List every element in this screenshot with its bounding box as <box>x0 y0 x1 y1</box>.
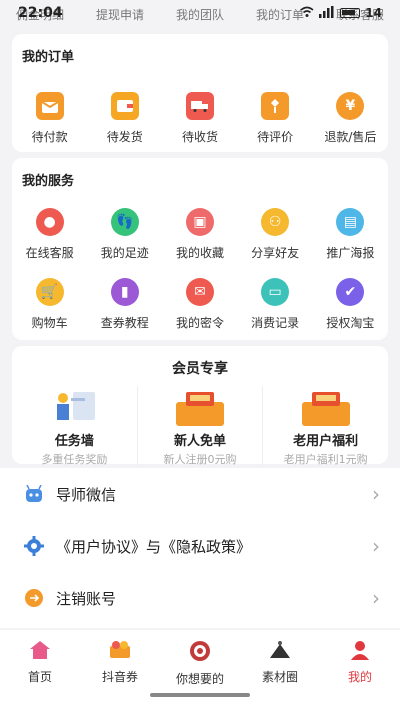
services-title: 我的服务 <box>22 174 75 189</box>
douyin-coupon-icon <box>108 640 132 664</box>
cancel-account-row[interactable]: 注销账号 › <box>0 572 400 624</box>
chevron-right-icon: › <box>372 586 380 610</box>
robot-icon <box>24 484 44 504</box>
chat-icon: ● <box>35 208 64 236</box>
gear-icon <box>24 536 44 556</box>
shield-check-icon: ✔ <box>336 278 365 306</box>
service-collection[interactable]: ▣ 我的收藏 <box>162 208 237 261</box>
order-refund[interactable]: ¥ 退款/售后 <box>313 92 388 145</box>
record-icon: ▭ <box>261 278 290 306</box>
chevron-right-icon: › <box>372 534 380 558</box>
tab-want[interactable]: 你想要的 <box>160 630 240 711</box>
tutorial-icon: ▮ <box>110 278 139 306</box>
gift-box-icon <box>296 388 356 428</box>
gift-box-icon <box>170 388 230 428</box>
service-cart[interactable]: 🛒 购物车 <box>12 278 87 331</box>
service-tutorial[interactable]: ▮ 查券教程 <box>87 278 162 331</box>
logout-icon <box>24 588 44 608</box>
password-icon: ✉ <box>185 278 214 306</box>
member-newbie-free[interactable]: 新人免单 新人注册0元购 <box>136 386 263 466</box>
member-task-wall[interactable]: 任务墙 多重任务奖励 <box>12 386 137 466</box>
cart-icon: 🛒 <box>35 278 64 306</box>
service-authorize-taobao[interactable]: ✔ 授权淘宝 <box>313 278 388 331</box>
flower-icon <box>261 92 290 120</box>
want-icon <box>189 640 211 666</box>
services-card: 我的服务 ● 在线客服 👣 我的足迹 ▣ 我的收藏 ⚇ 分享好友 ▤ 推广海报 … <box>12 158 388 340</box>
bottom-tab-bar: 首页 抖音券 你想要的 素材圈 我的 <box>0 630 400 711</box>
truck-icon <box>185 92 214 120</box>
orders-card: 我的订单 待付款 待发货 待收货 待评价 ¥ 退款/售后 <box>12 34 388 152</box>
mentor-wechat-row[interactable]: 导师微信 › <box>0 468 400 520</box>
poster-icon: ▤ <box>336 208 365 236</box>
material-icon <box>267 640 293 664</box>
wallet-icon <box>110 92 139 120</box>
wallet-box-icon <box>35 92 64 120</box>
wifi-icon <box>300 6 314 21</box>
settings-list: 导师微信 › 《用户协议》与《隐私政策》 › 注销账号 › <box>0 468 400 628</box>
service-share-friends[interactable]: ⚇ 分享好友 <box>238 208 313 261</box>
home-indicator[interactable] <box>150 693 250 697</box>
task-wall-icon <box>44 388 104 428</box>
battery-icon <box>340 8 361 18</box>
share-friends-icon: ⚇ <box>261 208 290 236</box>
member-title: 会员专享 <box>172 361 228 377</box>
agreement-policy-row[interactable]: 《用户协议》与《隐私政策》 › <box>0 520 400 572</box>
tab-material[interactable]: 素材圈 <box>240 630 320 711</box>
service-record[interactable]: ▭ 消费记录 <box>238 278 313 331</box>
service-password[interactable]: ✉ 我的密令 <box>162 278 237 331</box>
signal-icon <box>319 5 335 21</box>
collection-icon: ▣ <box>185 208 214 236</box>
order-pending-payment[interactable]: 待付款 <box>12 92 87 145</box>
service-footprint[interactable]: 👣 我的足迹 <box>87 208 162 261</box>
chevron-right-icon: › <box>372 482 380 506</box>
footprint-icon: 👣 <box>110 208 139 236</box>
tab-douyin-coupon[interactable]: 抖音券 <box>80 630 160 711</box>
member-old-user-benefit[interactable]: 老用户福利 老用户福利1元购 <box>262 386 388 466</box>
status-time: 22:04 <box>18 5 63 21</box>
status-bar: 佣金明细 提现申请 我的团队 我的订单 联系客服 22:04 14 <box>0 0 400 32</box>
member-card: 会员专享 任务墙 多重任务奖励 新人免单 新人注册0元购 老用户福利 老用户福利… <box>12 346 388 466</box>
service-online-support[interactable]: ● 在线客服 <box>12 208 87 261</box>
profile-icon <box>349 640 371 664</box>
order-pending-review[interactable]: 待评价 <box>238 92 313 145</box>
battery-level: 14 <box>365 6 382 20</box>
order-pending-receive[interactable]: 待收货 <box>162 92 237 145</box>
home-icon <box>29 640 51 664</box>
tab-home[interactable]: 首页 <box>0 630 80 711</box>
service-poster[interactable]: ▤ 推广海报 <box>313 208 388 261</box>
yen-icon: ¥ <box>336 92 365 120</box>
order-pending-ship[interactable]: 待发货 <box>87 92 162 145</box>
tab-profile[interactable]: 我的 <box>320 630 400 711</box>
orders-title: 我的订单 <box>22 50 75 65</box>
